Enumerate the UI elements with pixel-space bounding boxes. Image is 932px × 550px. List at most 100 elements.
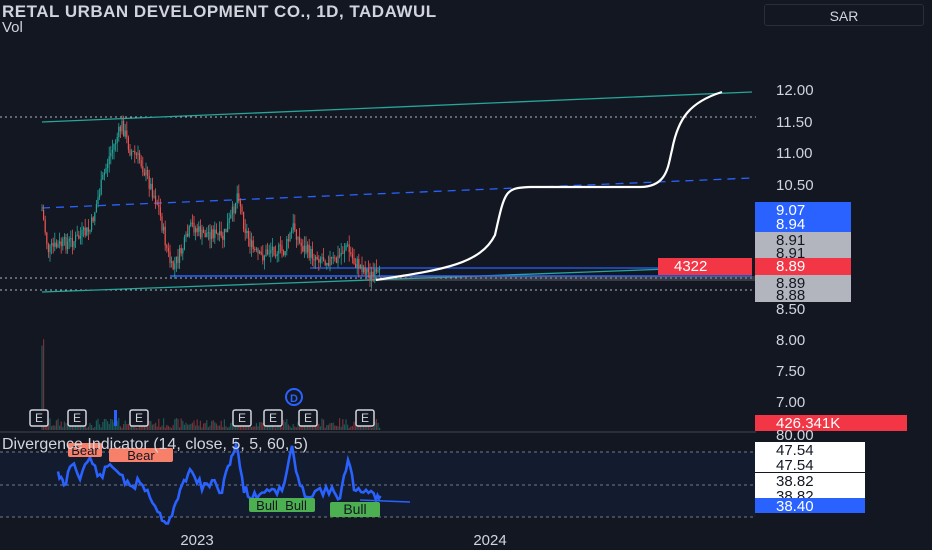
candle-body	[215, 229, 217, 234]
price-axis-tick: 10.50	[776, 177, 814, 194]
candle-body	[281, 245, 283, 251]
chart-canvas[interactable]: E E E E E E E D Bear Bear Bull Bull Bull…	[0, 0, 932, 550]
indicator-title[interactable]: Divergence Indicator (14, close, 5, 5, 6…	[2, 436, 308, 454]
candle-body	[81, 230, 83, 236]
candle-body	[110, 152, 112, 157]
candle-body	[171, 261, 173, 263]
candle-body	[212, 229, 214, 239]
candle-body	[140, 160, 142, 167]
candle-body	[219, 231, 221, 236]
candle-body	[119, 126, 121, 132]
candle-body	[340, 252, 342, 256]
chart-title[interactable]: RETAL URBAN DEVELOPMENT CO., 1D, TADAWUL	[2, 2, 437, 22]
volume-bar	[188, 424, 190, 430]
candle-body	[303, 245, 305, 252]
indicator-badge-text: 38.40	[776, 498, 814, 515]
candle-body	[182, 249, 184, 254]
candle-body	[135, 154, 137, 156]
candle-body	[214, 229, 216, 239]
volume-bar	[180, 418, 182, 430]
price-badge-text: 8.89	[776, 258, 805, 275]
candle-body	[59, 241, 61, 244]
candle-body	[326, 263, 328, 266]
volume-bar	[214, 422, 216, 430]
volume-bar	[329, 423, 331, 430]
candle-body	[257, 248, 259, 254]
candle-body	[87, 227, 89, 232]
candle-body	[351, 254, 353, 259]
volume-bar	[350, 426, 352, 430]
candle-body	[249, 238, 251, 247]
candle-body	[329, 257, 331, 266]
countdown-text: 4322	[674, 258, 707, 275]
candle-body	[310, 248, 312, 258]
volume-bar	[220, 420, 222, 430]
candle-body	[343, 250, 345, 254]
volume-bar	[289, 426, 291, 430]
volume-bar	[371, 427, 373, 430]
price-axis-tick: 8.00	[776, 332, 805, 349]
candle-body	[73, 241, 75, 247]
candle-body	[348, 244, 350, 252]
volume-bar	[169, 427, 171, 430]
candle-body	[60, 241, 62, 247]
candle-body	[335, 257, 337, 263]
volume-bar	[211, 421, 213, 430]
candle-body	[142, 166, 144, 173]
volume-label[interactable]: Vol	[2, 19, 23, 36]
volume-bar	[337, 426, 339, 430]
candle-body	[209, 232, 211, 240]
volume-bar	[110, 418, 112, 430]
volume-bar	[255, 423, 257, 430]
volume-bar	[198, 425, 200, 430]
candle-body	[121, 120, 123, 132]
candle-body	[222, 235, 224, 240]
candle-body	[163, 226, 165, 231]
candle-body	[359, 264, 361, 269]
candle-body	[377, 269, 379, 272]
volume-bar	[127, 423, 129, 430]
volume-bar	[209, 425, 211, 430]
candle-body	[275, 255, 277, 257]
volume-bar	[62, 427, 64, 430]
candle-body	[238, 193, 240, 202]
event-marker-label: E	[269, 411, 277, 425]
candle-body	[70, 238, 72, 240]
candle-body	[247, 230, 249, 239]
volume-bar	[134, 426, 136, 430]
volume-bar	[326, 425, 328, 430]
volume-bar	[217, 425, 219, 430]
candle-body	[339, 255, 341, 257]
currency-selector[interactable]: SAR	[764, 4, 924, 26]
candle-body	[166, 245, 168, 248]
volume-bar	[348, 427, 350, 430]
candle-body	[137, 152, 139, 156]
candle-body	[103, 172, 105, 176]
volume-bar	[182, 420, 184, 430]
volume-bar	[230, 423, 232, 430]
candle-body	[75, 235, 77, 242]
candle-body	[51, 243, 53, 245]
volume-bar	[102, 421, 104, 430]
volume-bar	[54, 425, 56, 430]
candle-body	[191, 222, 193, 224]
volume-bar	[199, 420, 201, 430]
candle-body	[236, 193, 238, 203]
volume-bar	[151, 424, 153, 430]
candle-body	[297, 237, 299, 240]
candle-body	[211, 229, 213, 240]
candle-body	[361, 264, 363, 273]
candle-body	[111, 149, 113, 153]
candle-body	[363, 267, 365, 273]
candle-body	[195, 228, 197, 233]
candle-body	[263, 256, 265, 261]
candle-body	[95, 204, 97, 213]
candle-body	[150, 183, 152, 189]
candle-body	[204, 233, 206, 238]
candle-body	[255, 248, 257, 250]
candle-body	[292, 223, 294, 231]
volume-bar	[167, 425, 169, 430]
candle-body	[57, 243, 59, 248]
volume-bar	[161, 425, 163, 430]
candle-body	[345, 245, 347, 251]
